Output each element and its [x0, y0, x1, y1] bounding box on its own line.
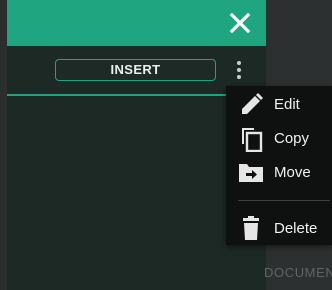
context-menu: Edit Copy Move Delete — [226, 86, 332, 245]
insert-button[interactable]: INSERT — [55, 59, 216, 81]
close-icon — [229, 12, 251, 34]
menu-item-edit[interactable]: Edit — [226, 88, 332, 120]
menu-item-label: Copy — [274, 130, 310, 147]
menu-item-label: Delete — [274, 220, 318, 237]
pencil-icon — [238, 92, 264, 116]
menu-item-copy[interactable]: Copy — [226, 122, 332, 154]
left-edge — [0, 0, 7, 290]
menu-item-delete[interactable]: Delete — [226, 212, 332, 244]
menu-item-label: Move — [274, 164, 311, 181]
menu-item-move[interactable]: Move — [226, 156, 332, 188]
more-vertical-icon — [233, 61, 245, 79]
menu-item-label: Edit — [274, 96, 300, 113]
close-button[interactable] — [227, 10, 253, 36]
more-options-button[interactable] — [233, 61, 245, 85]
copy-icon — [238, 126, 264, 152]
dialog-header — [7, 0, 266, 46]
menu-divider — [238, 200, 330, 201]
background-label: DOCUMEN — [264, 265, 332, 280]
trash-icon — [238, 216, 264, 240]
move-folder-icon — [238, 160, 264, 184]
